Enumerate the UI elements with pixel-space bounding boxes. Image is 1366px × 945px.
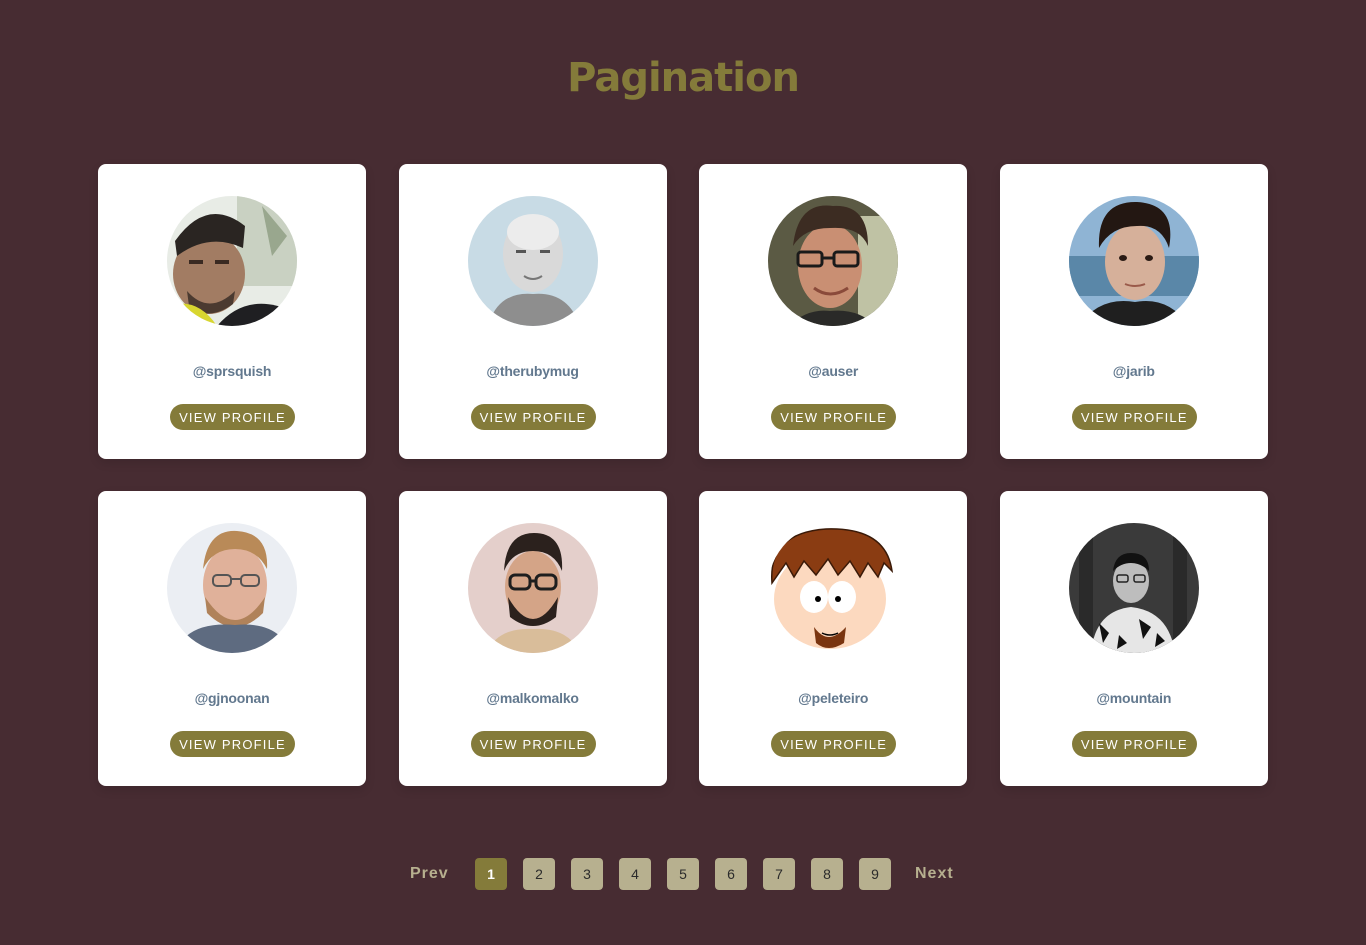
view-profile-button[interactable]: VIEW PROFILE bbox=[470, 404, 596, 430]
profile-card: @jarib VIEW PROFILE bbox=[999, 164, 1268, 459]
view-profile-button[interactable]: VIEW PROFILE bbox=[470, 731, 596, 757]
curly-hair-glasses-man-photo-icon bbox=[768, 196, 899, 326]
prev-button[interactable]: Prev bbox=[410, 858, 449, 890]
page-button-1[interactable]: 1 bbox=[475, 858, 507, 890]
page-button-3[interactable]: 3 bbox=[571, 858, 603, 890]
profile-username: @peleteiro bbox=[798, 690, 869, 706]
profile-card: @malkomalko VIEW PROFILE bbox=[398, 491, 667, 786]
page-button-7[interactable]: 7 bbox=[763, 858, 795, 890]
profile-card: @sprsquish VIEW PROFILE bbox=[98, 164, 366, 459]
profile-card: @gjnoonan VIEW PROFILE bbox=[98, 491, 366, 786]
view-profile-button[interactable]: VIEW PROFILE bbox=[1071, 404, 1197, 430]
page-button-9[interactable]: 9 bbox=[859, 858, 891, 890]
page-button-2[interactable]: 2 bbox=[523, 858, 555, 890]
view-profile-button[interactable]: VIEW PROFILE bbox=[1071, 731, 1197, 757]
profile-card: @peleteiro VIEW PROFILE bbox=[699, 491, 968, 786]
view-profile-button[interactable]: VIEW PROFILE bbox=[771, 731, 897, 757]
profile-username: @sprsquish bbox=[192, 363, 272, 379]
next-button[interactable]: Next bbox=[915, 858, 954, 890]
profile-card: @mountain VIEW PROFILE bbox=[999, 491, 1268, 786]
page-button-4[interactable]: 4 bbox=[619, 858, 651, 890]
profile-username: @mountain bbox=[1096, 690, 1172, 706]
profile-grid: @sprsquish VIEW PROFILE @therubymug VIEW… bbox=[98, 164, 1268, 786]
glasses-bearded-man-photo-icon bbox=[467, 523, 598, 653]
profile-username: @therubymug bbox=[486, 363, 579, 379]
page-button-5[interactable]: 5 bbox=[667, 858, 699, 890]
dark-hair-man-photo-icon bbox=[1068, 196, 1199, 326]
page-title: Pagination bbox=[567, 55, 800, 101]
profile-username: @gjnoonan bbox=[194, 690, 270, 706]
profile-username: @auser bbox=[808, 363, 859, 379]
pagination: Prev 1 2 3 4 5 6 7 8 9 Next bbox=[0, 858, 1366, 890]
bearded-man-photo-icon bbox=[167, 196, 297, 326]
cartoon-character-icon bbox=[768, 523, 899, 653]
view-profile-button[interactable]: VIEW PROFILE bbox=[170, 731, 295, 757]
profile-username: @malkomalko bbox=[486, 690, 579, 706]
view-profile-button[interactable]: VIEW PROFILE bbox=[170, 404, 295, 430]
bald-man-photo-icon bbox=[467, 196, 598, 326]
view-profile-button[interactable]: VIEW PROFILE bbox=[771, 404, 897, 430]
profile-card: @therubymug VIEW PROFILE bbox=[398, 164, 667, 459]
profile-card: @auser VIEW PROFILE bbox=[699, 164, 968, 459]
page-button-6[interactable]: 6 bbox=[715, 858, 747, 890]
blond-bearded-man-photo-icon bbox=[167, 523, 297, 653]
profile-username: @jarib bbox=[1112, 363, 1155, 379]
page-button-8[interactable]: 8 bbox=[811, 858, 843, 890]
black-white-man-photo-icon bbox=[1068, 523, 1199, 653]
